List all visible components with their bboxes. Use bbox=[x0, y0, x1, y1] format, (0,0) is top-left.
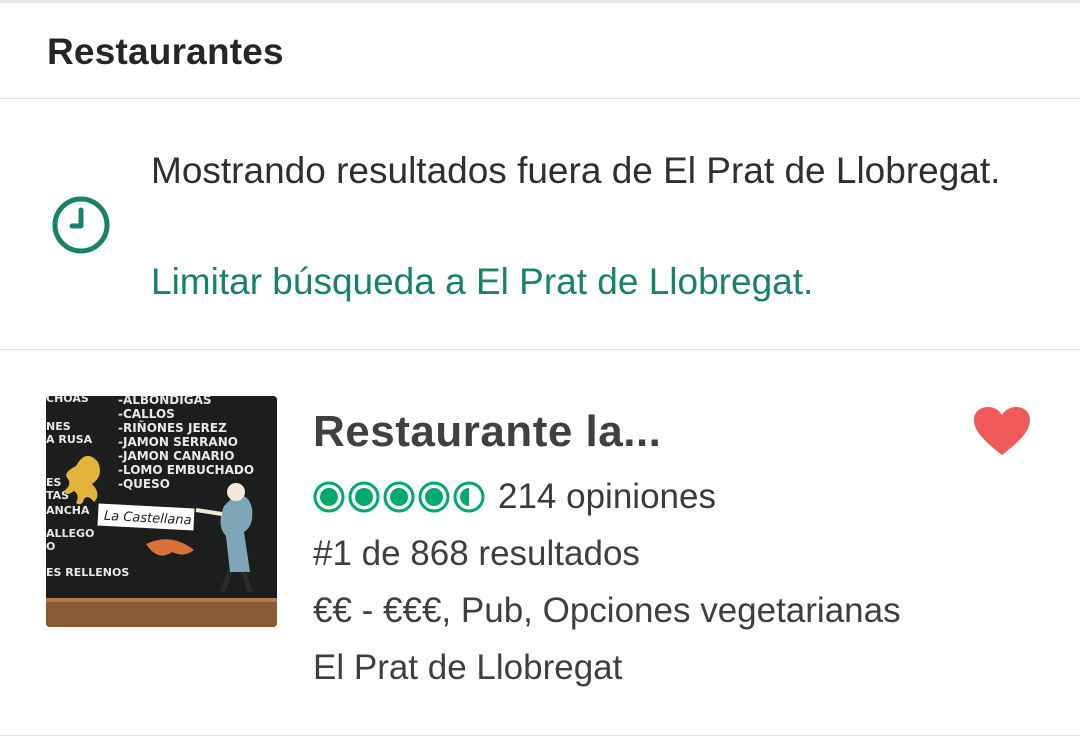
rating-row: 214 opiniones bbox=[313, 477, 716, 517]
svg-text:-QUESO: -QUESO bbox=[118, 477, 170, 491]
svg-text:A RUSA: A RUSA bbox=[46, 433, 93, 446]
svg-text:-JAMON CANARIO: -JAMON CANARIO bbox=[118, 449, 234, 463]
heart-icon[interactable] bbox=[972, 405, 1032, 457]
rating-bubbles bbox=[313, 481, 485, 513]
svg-text:-ALBONDIGAS: -ALBONDIGAS bbox=[118, 396, 212, 407]
restaurant-name[interactable]: Restaurante la... bbox=[313, 407, 661, 457]
svg-text:NES: NES bbox=[46, 420, 71, 433]
svg-text:CHOAS: CHOAS bbox=[46, 396, 89, 405]
svg-text:ES RELLENOS: ES RELLENOS bbox=[46, 566, 129, 579]
svg-text:-CALLOS: -CALLOS bbox=[118, 407, 175, 421]
notice-message: Mostrando resultados fuera de El Prat de… bbox=[151, 150, 1001, 191]
svg-text:-JAMON SERRANO: -JAMON SERRANO bbox=[118, 435, 238, 449]
rating-bubble-full-icon bbox=[418, 481, 450, 513]
cuisine-tags: €€ - €€€, Pub, Opciones vegetarianas bbox=[313, 591, 901, 630]
rating-bubble-half-icon bbox=[453, 481, 485, 513]
section-header: Restaurantes bbox=[0, 3, 1080, 99]
svg-text:ES: ES bbox=[46, 476, 62, 489]
rating-bubble-full-icon bbox=[313, 481, 345, 513]
location-notice: Mostrando resultados fuera de El Prat de… bbox=[0, 99, 1080, 350]
svg-text:-LOMO EMBUCHADO: -LOMO EMBUCHADO bbox=[118, 463, 254, 477]
svg-text:O: O bbox=[46, 540, 55, 553]
svg-text:-RIÑONES JEREZ: -RIÑONES JEREZ bbox=[118, 420, 227, 435]
svg-text:ANCHA: ANCHA bbox=[46, 504, 90, 517]
restaurant-listing[interactable]: -ALBONDIGAS -CALLOS -RIÑONES JEREZ -JAMO… bbox=[0, 350, 1080, 736]
review-count-link[interactable]: 214 opiniones bbox=[498, 477, 716, 517]
limit-search-link[interactable]: Limitar búsqueda a El Prat de Llobregat. bbox=[151, 258, 813, 306]
ranking-text: #1 de 868 resultados bbox=[313, 534, 640, 573]
svg-text:ALLEGO: ALLEGO bbox=[46, 527, 94, 540]
rating-bubble-full-icon bbox=[383, 481, 415, 513]
clock-icon bbox=[52, 196, 110, 254]
location-text: El Prat de Llobregat bbox=[313, 648, 623, 687]
rating-bubble-full-icon bbox=[348, 481, 380, 513]
restaurant-photo[interactable]: -ALBONDIGAS -CALLOS -RIÑONES JEREZ -JAMO… bbox=[46, 396, 277, 627]
section-title: Restaurantes bbox=[47, 31, 284, 72]
